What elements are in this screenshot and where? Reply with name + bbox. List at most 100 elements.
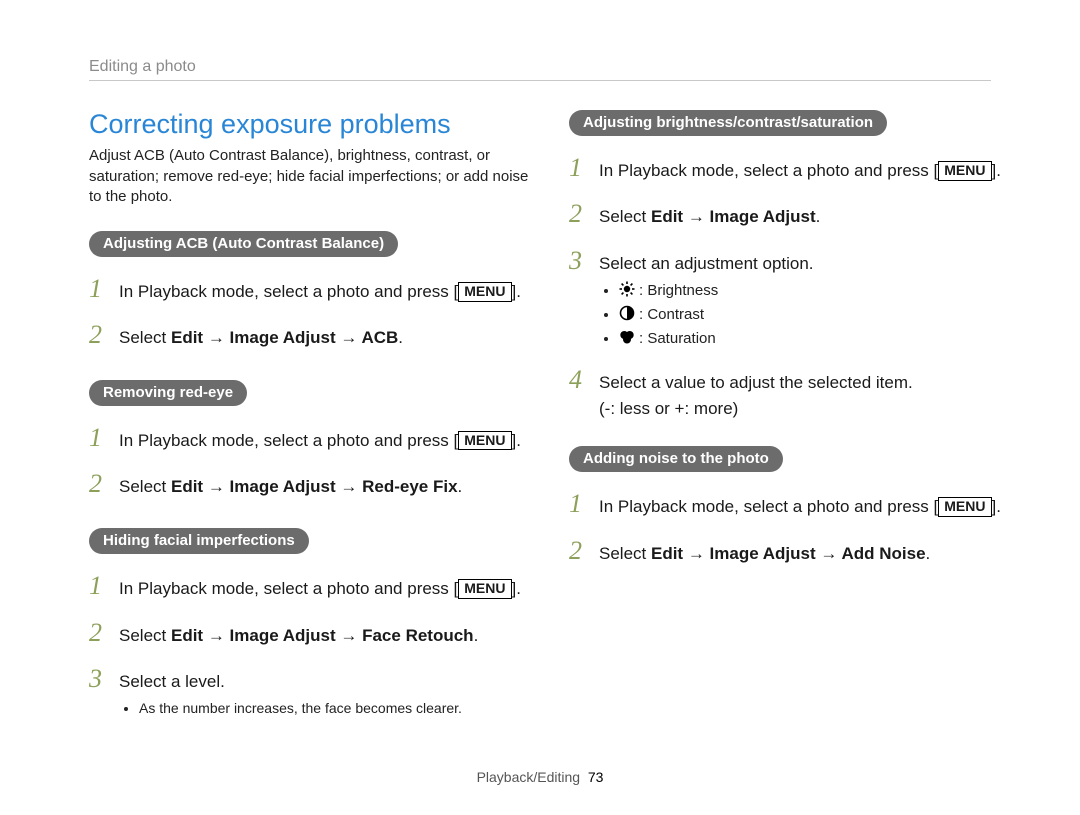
text: Select [599, 544, 651, 563]
list-item: 2 Select Edit → Image Adjust → Add Noise… [569, 531, 1009, 571]
list-item: 2 Select Edit → Image Adjust. [569, 194, 1009, 234]
text: Select [119, 328, 171, 347]
text: In Playback mode, select a photo and pre… [599, 497, 938, 516]
bold-path: Edit → Image Adjust → Add Noise [651, 544, 926, 563]
step-number: 1 [569, 484, 599, 524]
steps-acb: 1 In Playback mode, select a photo and p… [89, 269, 529, 356]
bold-path: Edit → Image Adjust [651, 207, 816, 226]
text: Select a value to adjust the selected it… [599, 373, 913, 392]
menu-button-label: MENU [458, 282, 511, 302]
bold-path: Edit → Image Adjust → Face Retouch [171, 626, 474, 645]
list-item: 4 Select a value to adjust the selected … [569, 360, 1009, 423]
step-number: 3 [89, 659, 119, 699]
text: Select an adjustment option. [599, 254, 814, 273]
menu-button-label: MENU [938, 497, 991, 517]
header-rule [89, 80, 991, 81]
step-text: Select Edit → Image Adjust → Face Retouc… [119, 623, 529, 649]
contrast-icon [619, 305, 635, 327]
step-text: Select a value to adjust the selected it… [599, 370, 1009, 423]
list-item: 2 Select Edit → Image Adjust → Face Reto… [89, 613, 529, 653]
step-text: Select Edit → Image Adjust. [599, 204, 1009, 230]
pill-redeye: Removing red-eye [89, 380, 247, 406]
right-column: Adjusting brightness/contrast/saturation… [569, 108, 1009, 593]
step-number: 2 [89, 315, 119, 355]
list-item: 1 In Playback mode, select a photo and p… [569, 484, 1009, 524]
step-number: 1 [89, 269, 119, 309]
pill-acb: Adjusting ACB (Auto Contrast Balance) [89, 231, 398, 257]
note-text: As the number increases, the face become… [139, 699, 529, 718]
step-text: In Playback mode, select a photo and pre… [119, 428, 529, 454]
text: ]. [992, 497, 1001, 516]
text: . [816, 207, 821, 226]
step-text: Select Edit → Image Adjust → Red-eye Fix… [119, 474, 529, 500]
text: In Playback mode, select a photo and pre… [599, 161, 938, 180]
list-item: 1 In Playback mode, select a photo and p… [89, 269, 529, 309]
step-number: 1 [89, 418, 119, 458]
step-text: In Playback mode, select a photo and pre… [599, 158, 1009, 184]
step-text: In Playback mode, select a photo and pre… [119, 576, 529, 602]
step-number: 2 [89, 613, 119, 653]
pill-hide: Hiding facial imperfections [89, 528, 309, 554]
list-item: 2 Select Edit → Image Adjust → ACB. [89, 315, 529, 355]
option-saturation: : Saturation [619, 329, 1009, 351]
option-label: : Saturation [639, 330, 716, 347]
steps-redeye: 1 In Playback mode, select a photo and p… [89, 418, 529, 505]
bold-path: Edit → Image Adjust → ACB [171, 328, 398, 347]
text: (-: less or +: more) [599, 399, 738, 418]
step-number: 1 [89, 566, 119, 606]
text: ]. [512, 579, 521, 598]
step-number: 2 [89, 464, 119, 504]
text: Select [119, 477, 171, 496]
saturation-icon [619, 329, 635, 351]
step-number: 2 [569, 194, 599, 234]
step-number: 2 [569, 531, 599, 571]
text: Select [599, 207, 651, 226]
text: ]. [512, 431, 521, 450]
sub-list: As the number increases, the face become… [119, 699, 529, 718]
text: In Playback mode, select a photo and pre… [119, 431, 458, 450]
option-label: : Brightness [639, 282, 718, 299]
text: . [926, 544, 931, 563]
list-item: 3 Select a level. As the number increase… [89, 659, 529, 720]
menu-button-label: MENU [458, 579, 511, 599]
step-text: Select Edit → Image Adjust → ACB. [119, 325, 529, 351]
step-text: Select Edit → Image Adjust → Add Noise. [599, 541, 1009, 567]
list-item: 1 In Playback mode, select a photo and p… [89, 418, 529, 458]
text: ]. [992, 161, 1001, 180]
text: . [458, 477, 463, 496]
breadcrumb: Editing a photo [89, 58, 196, 76]
text: Select [119, 626, 171, 645]
page-footer: Playback/Editing 73 [0, 769, 1080, 785]
list-item: 2 Select Edit → Image Adjust → Red-eye F… [89, 464, 529, 504]
text: Select a level. [119, 672, 225, 691]
steps-adjust: 1 In Playback mode, select a photo and p… [569, 148, 1009, 422]
menu-button-label: MENU [938, 161, 991, 181]
text: In Playback mode, select a photo and pre… [119, 282, 458, 301]
steps-hide: 1 In Playback mode, select a photo and p… [89, 566, 529, 720]
step-text: In Playback mode, select a photo and pre… [599, 494, 1009, 520]
steps-noise: 1 In Playback mode, select a photo and p… [569, 484, 1009, 571]
footer-section: Playback/Editing [477, 769, 581, 785]
step-text: Select an adjustment option. : Brightnes… [599, 251, 1009, 354]
list-item: 1 In Playback mode, select a photo and p… [89, 566, 529, 606]
page-number: 73 [588, 769, 604, 785]
step-text: In Playback mode, select a photo and pre… [119, 279, 529, 305]
bold-path: Edit → Image Adjust → Red-eye Fix [171, 477, 458, 496]
step-number: 4 [569, 360, 599, 400]
text: In Playback mode, select a photo and pre… [119, 579, 458, 598]
text: . [398, 328, 403, 347]
option-list: : Brightness : Contrast : Saturation [599, 281, 1009, 352]
left-column: Correcting exposure problems Adjust ACB … [89, 108, 529, 726]
option-brightness: : Brightness [619, 281, 1009, 303]
text: ]. [512, 282, 521, 301]
list-item: 1 In Playback mode, select a photo and p… [569, 148, 1009, 188]
pill-noise: Adding noise to the photo [569, 446, 783, 472]
step-text: Select a level. As the number increases,… [119, 669, 529, 720]
step-number: 1 [569, 148, 599, 188]
menu-button-label: MENU [458, 431, 511, 451]
text: . [474, 626, 479, 645]
intro-paragraph: Adjust ACB (Auto Contrast Balance), brig… [89, 146, 529, 207]
step-number: 3 [569, 241, 599, 281]
list-item: 3 Select an adjustment option. : Brightn… [569, 241, 1009, 354]
option-label: : Contrast [639, 306, 704, 323]
